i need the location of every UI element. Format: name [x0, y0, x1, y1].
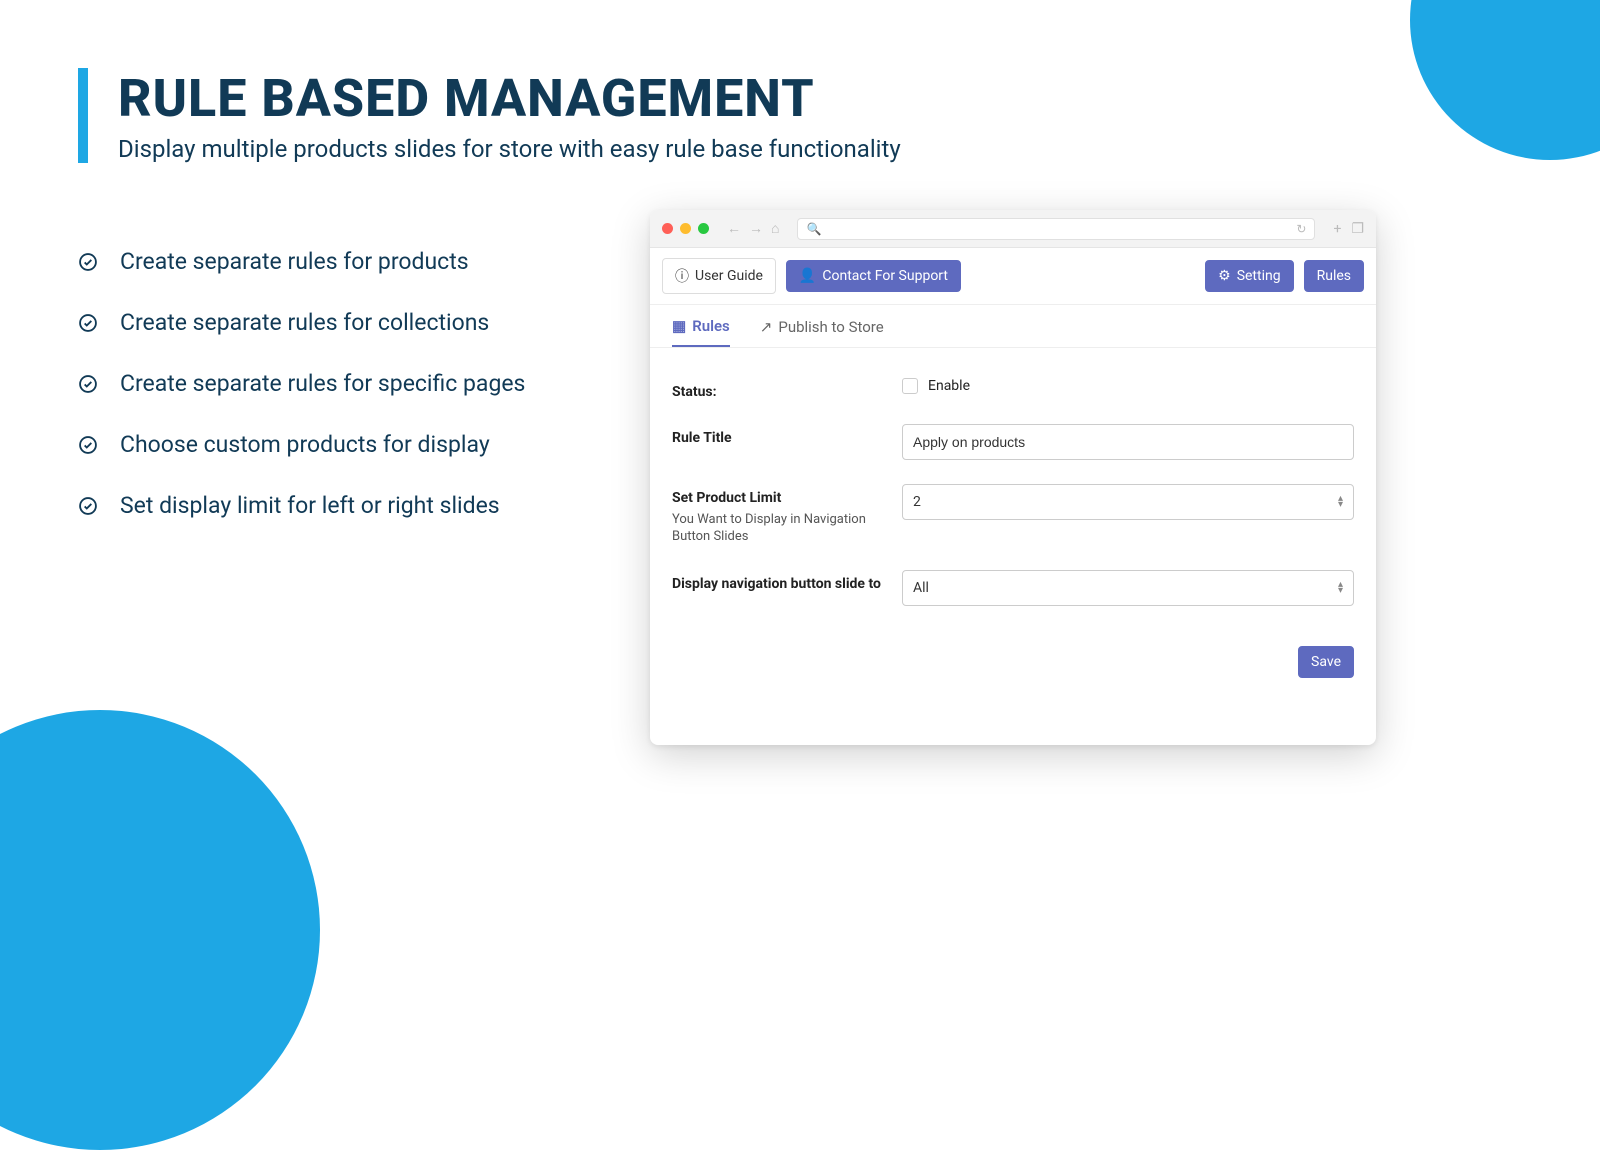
gear-icon: ⚙ — [1218, 268, 1231, 284]
display-to-value: All — [913, 580, 929, 596]
page-title: RULE BASED MANAGEMENT — [118, 68, 901, 129]
save-row: Save — [650, 646, 1376, 696]
home-icon[interactable]: ⌂ — [771, 220, 779, 237]
setting-button[interactable]: ⚙ Setting — [1205, 260, 1293, 292]
tab-rules[interactable]: ▦ Rules — [672, 317, 730, 347]
product-limit-sublabel: You Want to Display in Navigation Button… — [672, 512, 902, 546]
row-product-limit: Set Product Limit You Want to Display in… — [672, 484, 1354, 546]
status-label: Status: — [672, 378, 902, 400]
stepper-icon: ▴▾ — [1338, 582, 1343, 594]
row-rule-title: Rule Title — [672, 424, 1354, 460]
forward-icon[interactable]: → — [749, 220, 763, 237]
back-icon[interactable]: ← — [727, 220, 741, 237]
feature-text: Create separate rules for specific pages — [120, 370, 525, 397]
reload-icon[interactable]: ↻ — [1296, 222, 1306, 236]
tab-publish[interactable]: ↗ Publish to Store — [760, 317, 884, 347]
help-icon: ⓘ — [675, 266, 689, 286]
check-icon — [78, 374, 98, 394]
check-icon — [78, 252, 98, 272]
product-limit-value: 2 — [913, 494, 921, 510]
share-icon: ↗ — [760, 318, 773, 336]
display-to-label: Display navigation button slide to — [672, 570, 902, 592]
feature-item: Set display limit for left or right slid… — [78, 492, 618, 519]
enable-label: Enable — [928, 378, 970, 394]
browser-nav: ← → ⌂ — [727, 220, 779, 237]
maximize-icon[interactable] — [698, 223, 709, 234]
decorative-blob-top-right — [1410, 0, 1600, 160]
traffic-lights[interactable] — [662, 223, 709, 234]
feature-item: Create separate rules for products — [78, 248, 618, 275]
feature-item: Choose custom products for display — [78, 431, 618, 458]
product-limit-label: Set Product Limit You Want to Display in… — [672, 484, 902, 546]
feature-text: Choose custom products for display — [120, 431, 490, 458]
app-screenshot-card: ← → ⌂ 🔍 ↻ + ❐ ⓘ User Guide 👤 Contact For… — [650, 210, 1376, 745]
tab-publish-label: Publish to Store — [778, 318, 883, 336]
feature-list: Create separate rules for products Creat… — [78, 248, 618, 553]
contact-support-button[interactable]: 👤 Contact For Support — [786, 260, 961, 292]
product-limit-label-text: Set Product Limit — [672, 490, 902, 506]
enable-checkbox[interactable] — [902, 378, 918, 394]
tab-rules-label: Rules — [692, 317, 730, 335]
row-status: Status: Enable — [672, 378, 1354, 400]
display-to-select[interactable]: All ▴▾ — [902, 570, 1354, 606]
save-button[interactable]: Save — [1298, 646, 1354, 678]
search-icon: 🔍 — [806, 222, 821, 236]
rule-title-label: Rule Title — [672, 424, 902, 446]
product-limit-select[interactable]: 2 ▴▾ — [902, 484, 1354, 520]
rules-label: Rules — [1317, 268, 1351, 284]
save-label: Save — [1311, 654, 1341, 670]
grid-icon: ▦ — [672, 317, 686, 335]
decorative-blob-bottom-left — [0, 710, 320, 1150]
page-subtitle: Display multiple products slides for sto… — [118, 135, 901, 163]
check-icon — [78, 435, 98, 455]
stepper-icon: ▴▾ — [1338, 496, 1343, 508]
feature-item: Create separate rules for specific pages — [78, 370, 618, 397]
copy-icon[interactable]: ❐ — [1351, 221, 1364, 237]
user-icon: 👤 — [799, 268, 816, 284]
feature-text: Create separate rules for products — [120, 248, 469, 275]
browser-right-icons: + ❐ — [1333, 221, 1364, 237]
user-guide-label: User Guide — [695, 268, 763, 284]
title-block: RULE BASED MANAGEMENT Display multiple p… — [78, 68, 901, 163]
plus-icon[interactable]: + — [1333, 221, 1341, 237]
check-icon — [78, 496, 98, 516]
address-bar[interactable]: 🔍 ↻ — [797, 218, 1315, 240]
contact-support-label: Contact For Support — [822, 268, 948, 284]
app-toolbar: ⓘ User Guide 👤 Contact For Support ⚙ Set… — [650, 248, 1376, 305]
feature-text: Set display limit for left or right slid… — [120, 492, 500, 519]
setting-label: Setting — [1237, 268, 1281, 284]
rules-button[interactable]: Rules — [1304, 260, 1364, 292]
browser-chrome: ← → ⌂ 🔍 ↻ + ❐ — [650, 210, 1376, 248]
tabs: ▦ Rules ↗ Publish to Store — [650, 305, 1376, 348]
feature-item: Create separate rules for collections — [78, 309, 618, 336]
minimize-icon[interactable] — [680, 223, 691, 234]
feature-text: Create separate rules for collections — [120, 309, 489, 336]
rule-form: Status: Enable Rule Title Set Product Li… — [650, 348, 1376, 646]
close-icon[interactable] — [662, 223, 673, 234]
row-display-to: Display navigation button slide to All ▴… — [672, 570, 1354, 606]
user-guide-button[interactable]: ⓘ User Guide — [662, 258, 776, 294]
rule-title-input[interactable] — [902, 424, 1354, 460]
check-icon — [78, 313, 98, 333]
